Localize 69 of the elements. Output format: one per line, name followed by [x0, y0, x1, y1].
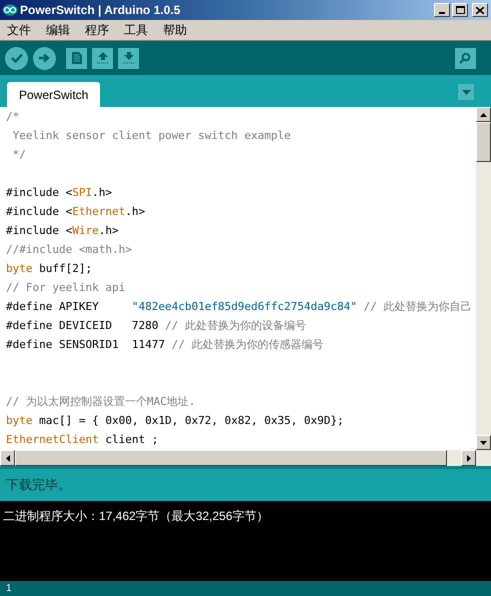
menu-item[interactable]: 工具 — [124, 21, 148, 39]
scroll-left-button[interactable] — [0, 450, 15, 466]
code-text: mac[] = { 0x00, 0x1D, 0x72, 0x82, 0x35, 0x9D}; — [38, 414, 344, 427]
scroll-up-button[interactable] — [476, 107, 491, 122]
minimize-icon — [439, 12, 445, 14]
vertical-scrollbar[interactable] — [476, 107, 491, 450]
close-icon — [476, 6, 484, 14]
arrow-up-icon — [96, 52, 108, 64]
code-text: byte — [6, 414, 32, 427]
code-comment: // 此处替换为你自己 — [362, 300, 472, 313]
minimize-button[interactable] — [434, 3, 450, 17]
code-text: .h> — [125, 205, 146, 218]
line-number: 1 — [6, 582, 12, 596]
code-text: #define SENSORID1 11477 — [6, 338, 165, 351]
magnifier-icon — [459, 52, 472, 64]
code-text: "482ee4cb01ef85d9ed6ffc2754da9c84" — [132, 300, 358, 313]
code-comment: /* — [6, 110, 20, 123]
code-comment: // 此处替换为你的设备编号 — [164, 319, 306, 332]
upload-button[interactable] — [33, 46, 56, 70]
code-text: client ; — [104, 433, 158, 446]
code-text: .h> — [98, 224, 119, 237]
save-button[interactable] — [118, 48, 139, 68]
console-line: 二进制程序大小：17,462字节（最大32,256字节） — [3, 508, 270, 525]
code-text: Ethernet — [72, 205, 126, 218]
arrow-right-icon — [39, 53, 50, 63]
document-icon — [72, 52, 82, 64]
file-tab[interactable]: PowerSwitch — [7, 82, 100, 107]
code-text: #define DEVICEID 7280 — [6, 319, 158, 332]
caret-right-icon — [466, 454, 470, 462]
code-text: #include < — [6, 186, 72, 199]
code-text: #include < — [6, 205, 72, 218]
scroll-down-button[interactable] — [476, 435, 491, 450]
caret-up-icon — [480, 112, 487, 116]
code-comment: //#include <math.h> — [6, 243, 132, 256]
caret-icon — [462, 90, 470, 94]
menu-item[interactable]: 帮助 — [163, 21, 187, 39]
app-logo-icon — [2, 4, 18, 16]
maximize-icon — [456, 6, 464, 14]
code-text: #include < — [6, 224, 72, 237]
caret-left-icon — [6, 454, 10, 462]
menu-item[interactable]: 程序 — [85, 21, 109, 39]
code-text: buff[2]; — [38, 262, 92, 275]
arrow-down-icon — [122, 52, 134, 64]
verify-button[interactable] — [5, 46, 28, 70]
code-comment: // 为以太网控制器设置一个MAC地址. — [6, 395, 196, 408]
code-text: SPI — [72, 186, 92, 199]
code-comment: // For yeelink api — [6, 281, 126, 294]
scroll-right-button[interactable] — [461, 450, 476, 466]
code-text: Wire — [72, 224, 99, 237]
close-button[interactable] — [472, 3, 488, 17]
code-comment: Yeelink sensor client power switch example — [12, 129, 291, 142]
code-text: .h> — [92, 186, 112, 199]
scroll-thumb[interactable] — [476, 122, 491, 162]
code-text: #define APIKEY — [6, 300, 100, 313]
menu-item[interactable]: 编辑 — [46, 21, 70, 39]
maximize-button[interactable] — [452, 3, 468, 17]
code-text: EthernetClient — [6, 433, 99, 446]
menu-item[interactable]: 文件 — [7, 21, 31, 39]
window-title: PowerSwitch | Arduino 1.0.5 — [20, 2, 180, 19]
code-comment: */ — [12, 148, 26, 161]
status-message: 下载完毕。 — [6, 476, 71, 494]
serial-monitor-button[interactable] — [455, 48, 476, 68]
code-text: byte — [6, 262, 32, 275]
code-comment: // 此处替换为你的传感器编号 — [170, 338, 324, 351]
tab-menu-button[interactable] — [458, 84, 474, 100]
caret-down-icon — [480, 440, 487, 444]
check-icon — [10, 53, 22, 63]
new-button[interactable] — [66, 48, 87, 68]
open-button[interactable] — [92, 48, 113, 68]
